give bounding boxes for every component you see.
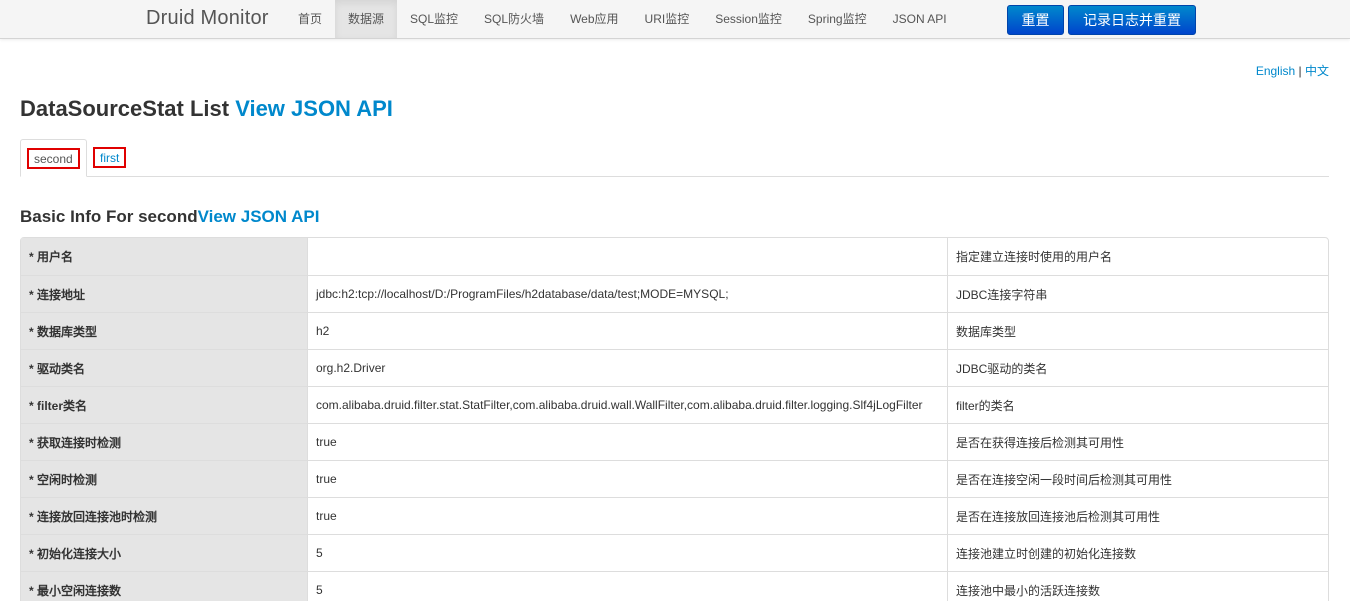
- table-row: * 空闲时检测 true 是否在连接空闲一段时间后检测其可用性: [21, 460, 1328, 497]
- tab-first[interactable]: first: [88, 139, 133, 177]
- row-description: 指定建立连接时使用的用户名: [947, 238, 1328, 275]
- nav-item-home[interactable]: 首页: [285, 0, 335, 38]
- row-label: * 驱动类名: [21, 349, 307, 386]
- table-row: * 获取连接时检测 true 是否在获得连接后检测其可用性: [21, 423, 1328, 460]
- brand-logo[interactable]: Druid Monitor: [146, 7, 269, 30]
- tabs-divider: [20, 176, 1329, 177]
- row-label: * 初始化连接大小: [21, 534, 307, 571]
- row-description: 是否在连接空闲一段时间后检测其可用性: [947, 460, 1328, 497]
- reset-button[interactable]: 重置: [1007, 5, 1064, 35]
- row-value: com.alibaba.druid.filter.stat.StatFilter…: [307, 386, 947, 423]
- row-value: 5: [307, 534, 947, 571]
- nav-item-web-app[interactable]: Web应用: [557, 0, 631, 38]
- lang-separator: |: [1298, 64, 1302, 78]
- row-description: JDBC驱动的类名: [947, 349, 1328, 386]
- lang-english-link[interactable]: English: [1256, 64, 1295, 78]
- table-row: * 连接地址 jdbc:h2:tcp://localhost/D:/Progra…: [21, 275, 1328, 312]
- row-value: org.h2.Driver: [307, 349, 947, 386]
- row-value: 5: [307, 571, 947, 601]
- nav-item-datasource[interactable]: 数据源: [335, 0, 398, 38]
- row-description: 连接池中最小的活跃连接数: [947, 571, 1328, 601]
- row-description: 是否在连接放回连接池后检测其可用性: [947, 497, 1328, 534]
- nav-item-sql-firewall[interactable]: SQL防火墙: [471, 0, 557, 38]
- lang-chinese-link[interactable]: 中文: [1305, 64, 1329, 78]
- section-title-text: Basic Info For second: [20, 207, 198, 226]
- row-label: * 连接放回连接池时检测: [21, 497, 307, 534]
- table-row: * filter类名 com.alibaba.druid.filter.stat…: [21, 386, 1328, 423]
- basic-info-table: * 用户名 指定建立连接时使用的用户名 * 连接地址 jdbc:h2:tcp:/…: [20, 237, 1329, 601]
- row-label: * 最小空闲连接数: [21, 571, 307, 601]
- row-label: * 获取连接时检测: [21, 423, 307, 460]
- table-row: * 驱动类名 org.h2.Driver JDBC驱动的类名: [21, 349, 1328, 386]
- row-value: jdbc:h2:tcp://localhost/D:/ProgramFiles/…: [307, 275, 947, 312]
- language-switcher: English | 中文: [1256, 62, 1329, 79]
- log-and-reset-button[interactable]: 记录日志并重置: [1068, 5, 1196, 35]
- row-value: h2: [307, 312, 947, 349]
- row-label: * filter类名: [21, 386, 307, 423]
- nav-item-json-api[interactable]: JSON API: [880, 0, 960, 38]
- row-description: 连接池建立时创建的初始化连接数: [947, 534, 1328, 571]
- table-row: * 最小空闲连接数 5 连接池中最小的活跃连接数: [21, 571, 1328, 601]
- tab-second[interactable]: second: [20, 139, 87, 177]
- table-row: * 数据库类型 h2 数据库类型: [21, 312, 1328, 349]
- table-row: * 连接放回连接池时检测 true 是否在连接放回连接池后检测其可用性: [21, 497, 1328, 534]
- row-value: true: [307, 460, 947, 497]
- nav-item-spring[interactable]: Spring监控: [795, 0, 880, 38]
- top-navbar: Druid Monitor 首页 数据源 SQL监控 SQL防火墙 Web应用 …: [0, 0, 1350, 39]
- section-view-json-api-link[interactable]: View JSON API: [198, 207, 320, 226]
- table-row: * 用户名 指定建立连接时使用的用户名: [21, 238, 1328, 275]
- page-title: DataSourceStat List View JSON API: [20, 96, 393, 122]
- row-label: * 连接地址: [21, 275, 307, 312]
- row-value: true: [307, 423, 947, 460]
- page-title-text: DataSourceStat List: [20, 96, 230, 121]
- row-label: * 用户名: [21, 238, 307, 275]
- row-value: [307, 238, 947, 275]
- nav-item-session[interactable]: Session监控: [702, 0, 795, 38]
- row-description: 数据库类型: [947, 312, 1328, 349]
- nav-item-sql[interactable]: SQL监控: [397, 0, 471, 38]
- row-description: JDBC连接字符串: [947, 275, 1328, 312]
- row-description: 是否在获得连接后检测其可用性: [947, 423, 1328, 460]
- main-nav: 首页 数据源 SQL监控 SQL防火墙 Web应用 URI监控 Session监…: [285, 0, 960, 38]
- row-label: * 空闲时检测: [21, 460, 307, 497]
- nav-item-uri[interactable]: URI监控: [632, 0, 703, 38]
- row-value: true: [307, 497, 947, 534]
- tab-second-label[interactable]: second: [27, 148, 80, 169]
- row-description: filter的类名: [947, 386, 1328, 423]
- view-json-api-link[interactable]: View JSON API: [235, 96, 393, 121]
- tab-first-label[interactable]: first: [93, 147, 127, 168]
- table-row: * 初始化连接大小 5 连接池建立时创建的初始化连接数: [21, 534, 1328, 571]
- row-label: * 数据库类型: [21, 312, 307, 349]
- section-title: Basic Info For secondView JSON API: [20, 207, 319, 227]
